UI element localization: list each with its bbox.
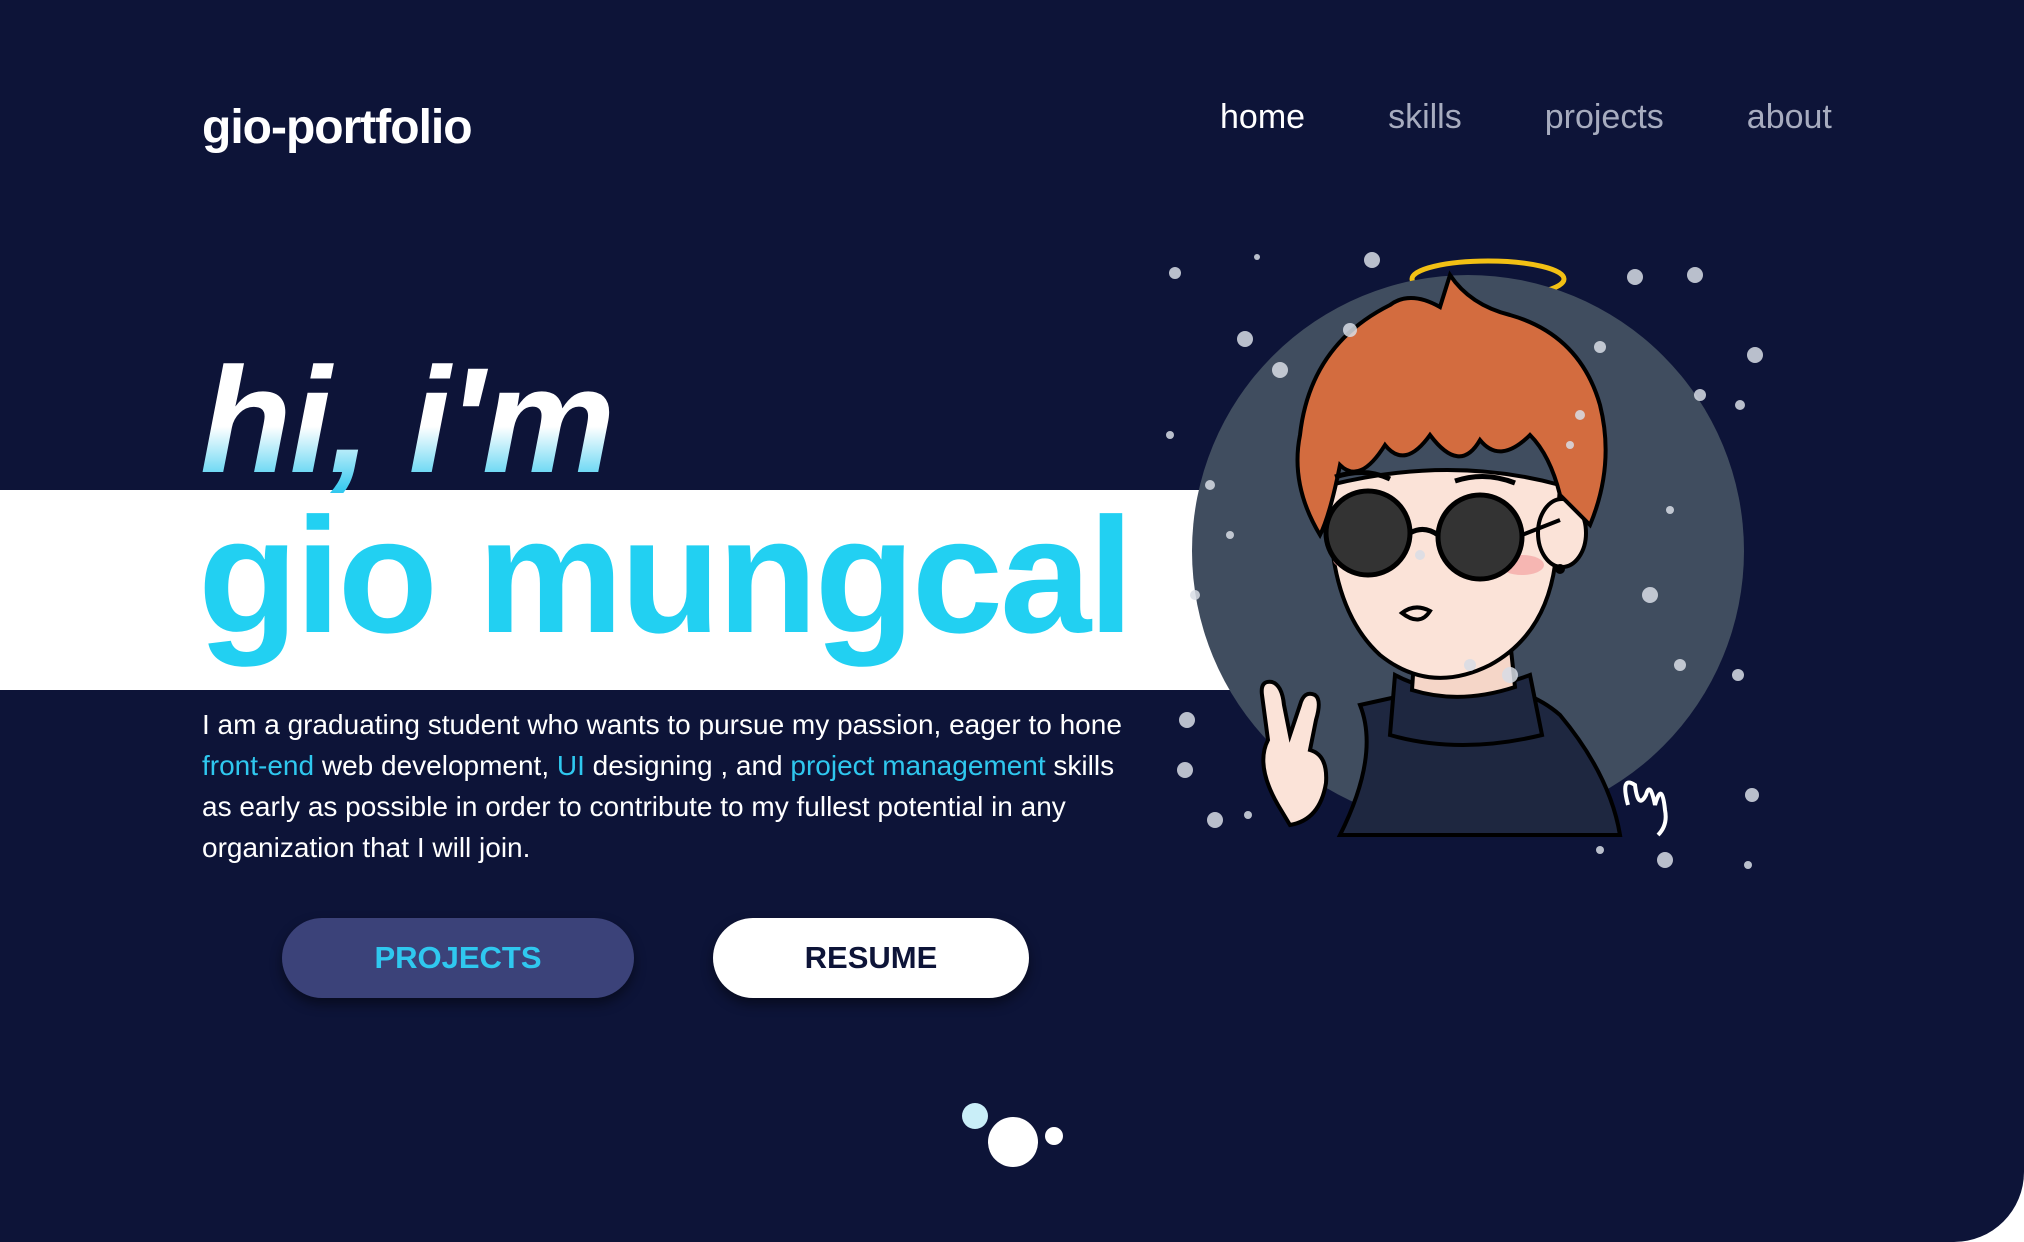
cartoon-avatar-with-halo	[1166, 252, 1763, 869]
bio-text: web development,	[314, 750, 557, 781]
bio-text: designing , and	[584, 750, 791, 781]
hero-bio: I am a graduating student who wants to p…	[202, 704, 1122, 868]
hero-name: gio mungcal	[198, 484, 1134, 667]
bio-highlight: UI	[556, 750, 585, 781]
main-nav: home skills projects about	[1220, 98, 1832, 137]
projects-button[interactable]: PROJECTS	[282, 918, 634, 998]
site-logo[interactable]: gio-portfolio	[202, 100, 473, 155]
avatar	[1150, 235, 1770, 875]
page: gio-portfolio home skills projects about…	[0, 0, 2024, 1242]
bio-highlight: project management	[790, 750, 1046, 781]
scroll-indicator[interactable]	[955, 1100, 1065, 1170]
bio-text: I am a graduating student who wants to p…	[202, 709, 1122, 740]
nav-item-projects[interactable]: projects	[1545, 98, 1664, 137]
scroll-dots-icon	[962, 1103, 1063, 1167]
bio-highlight: front-end	[202, 750, 315, 781]
nav-item-skills[interactable]: skills	[1388, 98, 1462, 137]
resume-button[interactable]: RESUME	[713, 918, 1029, 998]
hero-greeting: hi, i'm	[200, 345, 614, 493]
nav-item-home[interactable]: home	[1220, 98, 1305, 137]
nav-item-about[interactable]: about	[1747, 98, 1832, 137]
